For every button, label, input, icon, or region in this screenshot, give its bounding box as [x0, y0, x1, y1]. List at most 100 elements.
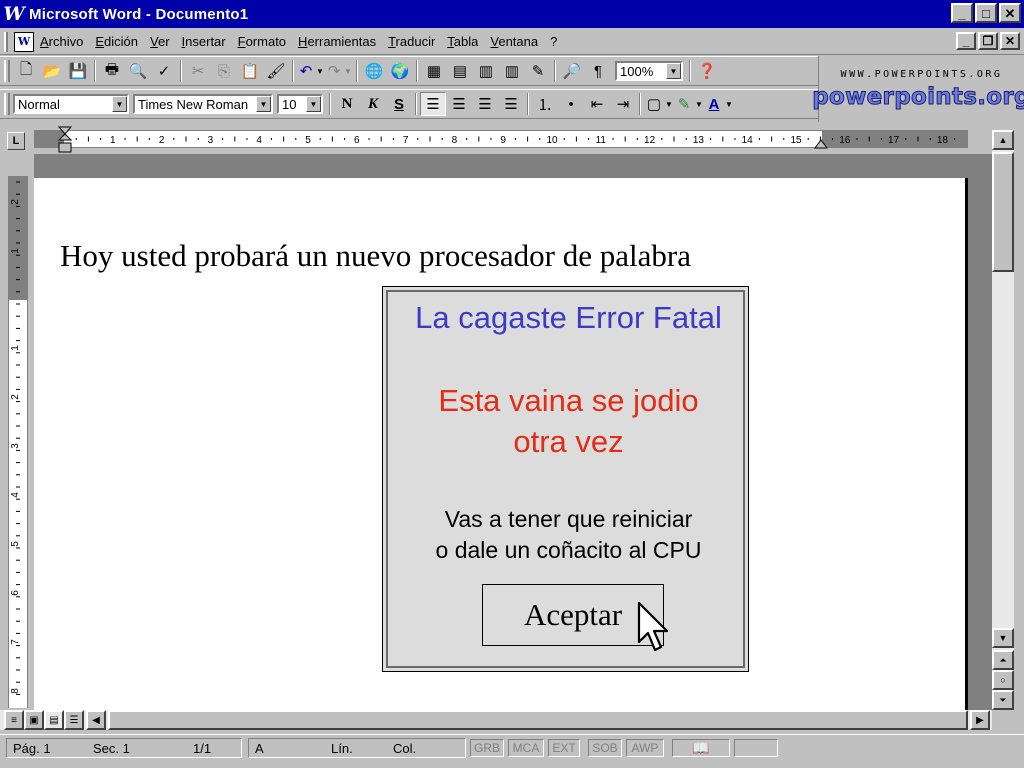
font-color-icon[interactable]: A — [704, 92, 724, 116]
indicator-grb[interactable]: GRB — [470, 739, 504, 757]
print-preview-icon[interactable]: 🔍 — [125, 59, 151, 83]
align-center-icon[interactable]: ☰ — [446, 92, 472, 116]
increase-indent-icon[interactable]: ⇥ — [610, 92, 636, 116]
copy-icon[interactable]: ⎘ — [211, 59, 237, 83]
hyperlink-icon[interactable]: 🌐 — [361, 59, 387, 83]
menu-traducir[interactable]: Traducir — [382, 34, 441, 49]
bold-button[interactable]: N — [334, 92, 360, 116]
menu-ventana[interactable]: Ventana — [484, 34, 544, 49]
undo-dropdown-icon[interactable]: ▼ — [315, 67, 325, 76]
columns-icon[interactable]: ▥ — [499, 59, 525, 83]
print-icon[interactable]: 🖶 — [99, 59, 125, 83]
bulleted-list-icon[interactable]: • — [558, 92, 584, 116]
doc-close-button[interactable]: ✕ — [1000, 32, 1020, 50]
menu-edicion[interactable]: Edición — [89, 34, 144, 49]
new-document-icon[interactable]: 🗋 — [13, 59, 39, 83]
menu-tabla[interactable]: Tabla — [441, 34, 484, 49]
menu-insertar[interactable]: Insertar — [176, 34, 232, 49]
borders-icon[interactable]: ▢ — [644, 92, 664, 116]
format-painter-icon[interactable]: 🖌 — [263, 59, 289, 83]
document-text[interactable]: Hoy usted probará un nuevo procesador de… — [60, 238, 691, 274]
paste-icon[interactable]: 📋 — [237, 59, 263, 83]
vertical-scroll-thumb[interactable] — [992, 152, 1014, 272]
spelling-status-icon[interactable]: 📖 — [672, 739, 730, 757]
menu-formato[interactable]: Formato — [232, 34, 292, 49]
highlight-icon[interactable]: ✎ — [674, 92, 694, 116]
spelling-icon[interactable]: ✓ — [151, 59, 177, 83]
word-app-icon[interactable]: W — [3, 3, 25, 25]
document-icon[interactable]: W — [14, 31, 34, 52]
numbered-list-icon[interactable]: ⒈ — [532, 92, 558, 116]
doc-minimize-button[interactable]: _ — [956, 32, 976, 50]
style-select[interactable]: Normal ▼ — [13, 94, 129, 114]
horizontal-scrollbar[interactable]: ≡ ▣ ▤ ☰ ◀ ▶ — [0, 710, 992, 730]
indent-marker-icon[interactable] — [58, 126, 72, 156]
save-disk-icon[interactable]: 💾 — [65, 59, 91, 83]
toolbar-grip[interactable] — [4, 93, 10, 115]
insert-excel-icon[interactable]: ▥ — [473, 59, 499, 83]
underline-button[interactable]: S — [386, 92, 412, 116]
help-icon[interactable]: ❓ — [694, 59, 720, 83]
indicator-ext[interactable]: EXT — [548, 739, 580, 757]
doc-restore-button[interactable]: ❐ — [978, 32, 998, 50]
scroll-up-icon[interactable]: ▲ — [992, 130, 1014, 150]
maximize-button[interactable]: □ — [975, 3, 997, 23]
ruler-label: 17 — [888, 135, 900, 146]
web-toolbar-icon[interactable]: 🌍 — [387, 59, 413, 83]
redo-dropdown-icon[interactable]: ▼ — [343, 67, 353, 76]
justify-icon[interactable]: ☰ — [498, 92, 524, 116]
drawing-icon[interactable]: ✎ — [525, 59, 551, 83]
minimize-button[interactable]: _ — [951, 3, 973, 23]
decrease-indent-icon[interactable]: ⇤ — [584, 92, 610, 116]
undo-icon[interactable]: ↶ — [297, 59, 315, 83]
close-button[interactable]: ✕ — [999, 3, 1021, 23]
insert-table-icon[interactable]: ▤ — [447, 59, 473, 83]
scroll-left-icon[interactable]: ◀ — [86, 710, 106, 730]
indicator-awp[interactable]: AWP — [626, 739, 664, 757]
open-folder-icon[interactable]: 📂 — [39, 59, 65, 83]
chevron-down-icon[interactable]: ▼ — [112, 96, 127, 112]
menu-grip[interactable] — [4, 31, 8, 52]
ruler-label: 10 — [546, 135, 558, 146]
redo-icon[interactable]: ↷ — [325, 59, 343, 83]
chevron-down-icon[interactable]: ▼ — [256, 96, 271, 112]
chevron-down-icon[interactable]: ▼ — [306, 96, 321, 112]
font-size-select[interactable]: 10 ▼ — [277, 94, 323, 114]
right-indent-marker-icon[interactable] — [814, 136, 828, 150]
indicator-sob[interactable]: SOB — [588, 739, 622, 757]
tab-selector[interactable]: L — [7, 132, 25, 150]
cut-icon[interactable]: ✂ — [185, 59, 211, 83]
menu-ayuda[interactable]: ? — [544, 34, 563, 49]
menu-herramientas[interactable]: Herramientas — [292, 34, 382, 49]
title-bar[interactable]: W Microsoft Word - Documento1 _ □ ✕ — [0, 0, 1024, 28]
indicator-mca[interactable]: MCA — [508, 739, 544, 757]
zoom-select[interactable]: 100% ▼ — [615, 61, 683, 81]
horizontal-scroll-thumb[interactable] — [108, 710, 968, 730]
align-right-icon[interactable]: ☰ — [472, 92, 498, 116]
scroll-right-icon[interactable]: ▶ — [970, 710, 990, 730]
outline-view-icon[interactable]: ☰ — [64, 710, 84, 730]
borders-dropdown-icon[interactable]: ▼ — [664, 100, 674, 109]
pilcrow-icon[interactable]: ¶ — [585, 59, 611, 83]
print-layout-view-icon[interactable]: ▤ — [44, 710, 64, 730]
vertical-ruler[interactable]: 2 1 1 2 3 4 5 6 7 8 — [8, 176, 28, 708]
tables-borders-icon[interactable]: ▦ — [421, 59, 447, 83]
scroll-down-icon[interactable]: ▼ — [992, 628, 1014, 648]
document-map-icon[interactable]: 🔎 — [559, 59, 585, 83]
toolbar-grip[interactable] — [4, 60, 10, 82]
highlight-dropdown-icon[interactable]: ▼ — [694, 100, 704, 109]
align-left-icon[interactable]: ☰ — [420, 92, 446, 116]
italic-button[interactable]: K — [360, 92, 386, 116]
font-select[interactable]: Times New Roman ▼ — [133, 94, 273, 114]
chevron-down-icon[interactable]: ▼ — [666, 63, 681, 79]
status-empty-pane — [734, 739, 778, 757]
menu-ver[interactable]: Ver — [144, 34, 176, 49]
vertical-scrollbar[interactable]: ▲ ▼ ⏶ ○ ⏷ — [992, 130, 1014, 710]
font-color-dropdown-icon[interactable]: ▼ — [724, 100, 734, 109]
select-browse-object-icon[interactable]: ○ — [992, 670, 1014, 690]
normal-view-icon[interactable]: ≡ — [4, 710, 24, 730]
menu-archivo[interactable]: Archivo — [34, 34, 89, 49]
web-layout-view-icon[interactable]: ▣ — [24, 710, 44, 730]
previous-page-icon[interactable]: ⏶ — [992, 650, 1014, 670]
next-page-icon[interactable]: ⏷ — [992, 690, 1014, 710]
